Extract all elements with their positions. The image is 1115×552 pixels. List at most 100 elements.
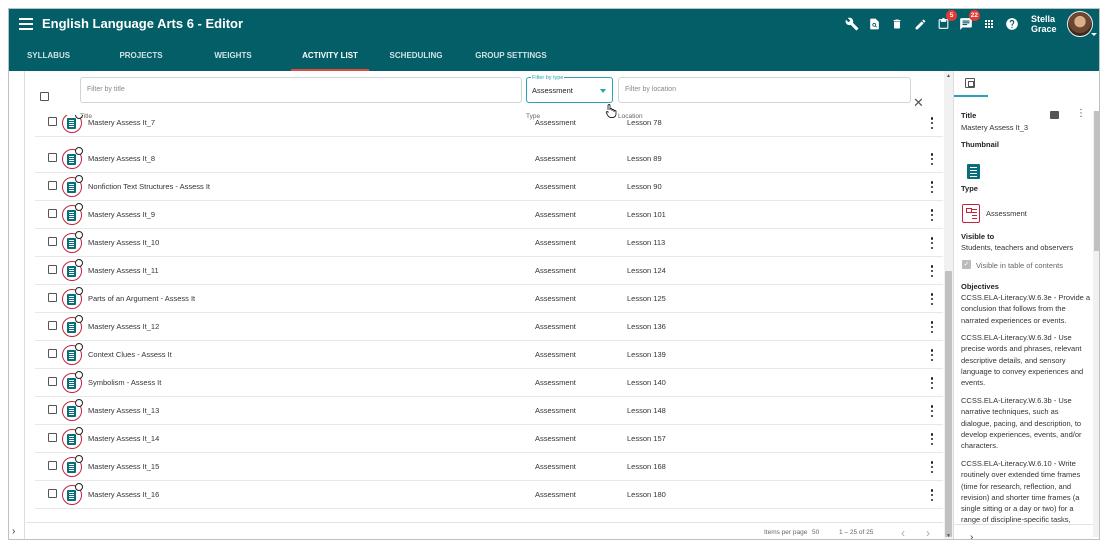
prev-page-icon[interactable]: ‹ xyxy=(901,526,905,539)
trash-icon[interactable] xyxy=(889,16,905,32)
table-row[interactable]: Parts of an Argument - Assess It Assessme… xyxy=(35,285,943,313)
tab-projects[interactable]: PROJECTS xyxy=(113,47,169,71)
more-vert-icon[interactable] xyxy=(929,460,935,474)
row-title[interactable]: Mastery Assess It_14 xyxy=(88,434,159,443)
table-row[interactable]: Mastery Assess It_7 Assessment Lesson 78 xyxy=(35,115,943,137)
more-vert-icon[interactable] xyxy=(929,236,935,250)
more-vert-icon[interactable] xyxy=(929,292,935,306)
select-all-checkbox[interactable] xyxy=(40,92,49,101)
table-row[interactable]: Mastery Assess It_8 Assessment Lesson 89 xyxy=(35,145,943,173)
search-doc-icon[interactable] xyxy=(866,16,882,32)
table-row[interactable]: Symbolism - Assess It Assessment Lesson 14… xyxy=(35,369,943,397)
table-row[interactable]: Context Clues - Assess It Assessment Lesso… xyxy=(35,341,943,369)
row-title[interactable]: Mastery Assess It_7 xyxy=(88,118,155,127)
more-vert-icon[interactable] xyxy=(929,208,935,222)
tab-group-settings[interactable]: GROUP SETTINGS xyxy=(470,47,552,71)
help-icon[interactable] xyxy=(1004,16,1020,32)
more-vert-icon[interactable] xyxy=(929,404,935,418)
table-row[interactable]: Mastery Assess It_13 Assessment Lesson 148 xyxy=(35,397,943,425)
more-vert-icon[interactable] xyxy=(929,180,935,194)
row-checkbox[interactable] xyxy=(48,405,57,414)
table-row[interactable]: Nonfiction Text Structures - Assess It As… xyxy=(35,173,943,201)
row-title[interactable]: Mastery Assess It_15 xyxy=(88,462,159,471)
user-name[interactable]: Stella Grace xyxy=(1031,14,1057,34)
row-title[interactable]: Mastery Assess It_11 xyxy=(88,266,159,275)
row-checkbox[interactable] xyxy=(48,117,57,126)
row-title[interactable]: Context Clues - Assess It xyxy=(88,350,172,359)
image-icon[interactable] xyxy=(1050,111,1059,119)
table-row[interactable]: Mastery Assess It_16 Assessment Lesson 180 xyxy=(35,481,943,509)
row-location: Lesson 168 xyxy=(627,462,666,471)
more-vert-icon[interactable] xyxy=(929,488,935,502)
row-checkbox[interactable] xyxy=(48,461,57,470)
title-filter-input[interactable]: Filter by title xyxy=(80,77,522,103)
table-row[interactable]: Mastery Assess It_9 Assessment Lesson 101 xyxy=(35,201,943,229)
table-row[interactable]: Mastery Assess It_15 Assessment Lesson 168 xyxy=(35,453,943,481)
chat-icon[interactable]: 22 xyxy=(958,10,980,32)
list-scrollbar-thumb[interactable] xyxy=(945,271,952,537)
row-checkbox[interactable] xyxy=(48,321,57,330)
row-title[interactable]: Mastery Assess It_10 xyxy=(88,238,159,247)
apps-grid-icon[interactable] xyxy=(981,16,997,32)
row-checkbox[interactable] xyxy=(48,237,57,246)
linked-assessment-icon xyxy=(62,483,83,505)
thumbnail-icon[interactable] xyxy=(967,164,980,179)
row-title[interactable]: Mastery Assess It_16 xyxy=(88,490,159,499)
table-row[interactable]: Mastery Assess It_14 Assessment Lesson 157 xyxy=(35,425,943,453)
row-title[interactable]: Mastery Assess It_13 xyxy=(88,406,159,415)
row-title[interactable]: Nonfiction Text Structures - Assess It xyxy=(88,182,210,191)
scroll-up-icon[interactable]: ▲ xyxy=(946,73,951,79)
row-checkbox[interactable] xyxy=(48,489,57,498)
tab-syllabus[interactable]: SYLLABUS xyxy=(21,47,76,71)
clipboard-icon[interactable]: 5 xyxy=(935,10,957,32)
row-title[interactable]: Mastery Assess It_9 xyxy=(88,210,155,219)
row-checkbox[interactable] xyxy=(48,293,57,302)
more-vert-icon[interactable] xyxy=(929,432,935,446)
row-location: Lesson 78 xyxy=(627,118,662,127)
type-filter-select[interactable]: Filter by type Assessment xyxy=(526,75,613,103)
details-tab[interactable] xyxy=(954,71,988,97)
linked-assessment-icon xyxy=(62,203,83,225)
location-filter-input[interactable]: Filter by location xyxy=(618,77,911,103)
chevron-right-icon[interactable]: › xyxy=(970,532,973,539)
more-vert-icon[interactable] xyxy=(929,376,935,390)
wrench-icon[interactable] xyxy=(844,16,860,32)
more-vert-icon[interactable]: ⋮ xyxy=(1076,109,1086,119)
scroll-down-icon[interactable]: ▼ xyxy=(946,533,951,539)
toc-checkbox[interactable]: ✓ xyxy=(962,260,971,269)
row-checkbox[interactable] xyxy=(48,209,57,218)
items-per-page-select[interactable]: 50 xyxy=(812,529,819,536)
chevron-right-icon[interactable]: › xyxy=(12,526,15,537)
row-checkbox[interactable] xyxy=(48,433,57,442)
avatar[interactable] xyxy=(1067,11,1093,37)
row-checkbox[interactable] xyxy=(48,265,57,274)
row-title[interactable]: Mastery Assess It_12 xyxy=(88,322,159,331)
more-vert-icon[interactable] xyxy=(929,116,935,130)
pencil-icon[interactable] xyxy=(912,16,928,32)
row-checkbox[interactable] xyxy=(48,181,57,190)
clear-filters-icon[interactable]: ✕ xyxy=(913,95,924,111)
row-title[interactable]: Symbolism - Assess It xyxy=(88,378,161,387)
details-panel: Title ⋮ Mastery Assess It_3 Thumbnail Ty… xyxy=(953,71,1099,539)
row-title[interactable]: Parts of an Argument - Assess It xyxy=(88,294,195,303)
row-title[interactable]: Mastery Assess It_8 xyxy=(88,154,155,163)
next-page-icon[interactable]: › xyxy=(926,526,930,539)
more-vert-icon[interactable] xyxy=(929,152,935,166)
table-row[interactable]: Mastery Assess It_12 Assessment Lesson 136 xyxy=(35,313,943,341)
list-scrollbar[interactable]: ▲ ▼ xyxy=(944,71,953,539)
row-checkbox[interactable] xyxy=(48,349,57,358)
tab-activity-list[interactable]: ACTIVITY LIST xyxy=(291,47,369,71)
panel-scrollbar-thumb[interactable] xyxy=(1094,111,1099,251)
more-vert-icon[interactable] xyxy=(929,320,935,334)
menu-icon[interactable] xyxy=(19,18,33,30)
tab-scheduling[interactable]: SCHEDULING xyxy=(385,47,447,71)
more-vert-icon[interactable] xyxy=(929,348,935,362)
table-row[interactable]: Mastery Assess It_11 Assessment Lesson 124 xyxy=(35,257,943,285)
row-checkbox[interactable] xyxy=(48,153,57,162)
more-vert-icon[interactable] xyxy=(929,264,935,278)
row-checkbox[interactable] xyxy=(48,377,57,386)
table-row[interactable]: Mastery Assess It_10 Assessment Lesson 113 xyxy=(35,229,943,257)
chevron-down-icon[interactable] xyxy=(1091,33,1097,36)
tab-weights[interactable]: WEIGHTS xyxy=(209,47,257,71)
panel-scrollbar[interactable] xyxy=(1093,111,1099,537)
